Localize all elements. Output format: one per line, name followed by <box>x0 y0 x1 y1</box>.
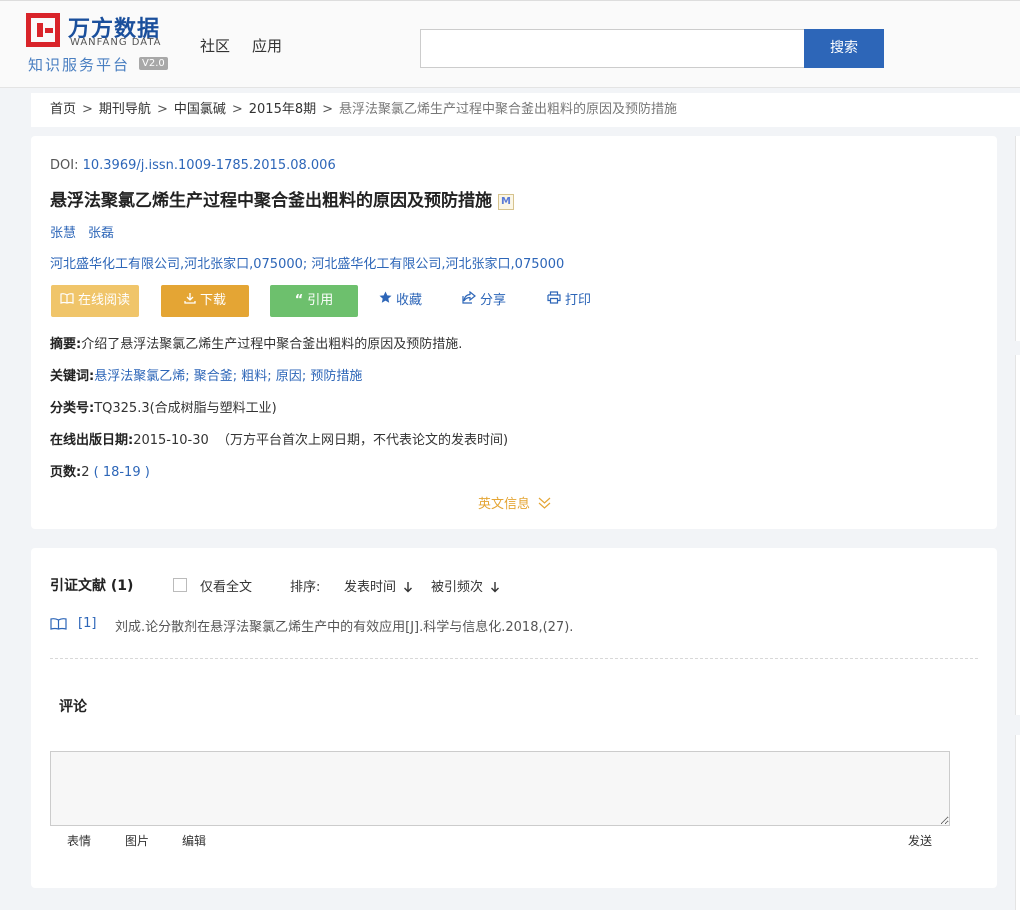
abstract-text: 介绍了悬浮法聚氯乙烯生产过程中聚合釜出粗料的原因及预防措施. <box>81 337 463 352</box>
article-title: 悬浮法聚氯乙烯生产过程中聚合釜出粗料的原因及预防措施 M <box>50 186 514 211</box>
sort-by-date[interactable]: 发表时间 <box>344 576 413 595</box>
print-label: 打印 <box>565 293 592 308</box>
breadcrumb-home[interactable]: 首页 <box>50 102 76 117</box>
keyword-link[interactable]: 粗料 <box>241 369 267 384</box>
fulltext-only-checkbox[interactable] <box>173 578 187 592</box>
open-book-icon <box>60 285 74 317</box>
double-chevron-down-icon <box>534 497 551 512</box>
breadcrumb-issue[interactable]: 2015年8期 <box>249 102 316 117</box>
download-icon <box>184 285 196 317</box>
sort-by-citations-label: 被引频次 <box>431 580 484 595</box>
search-input[interactable] <box>420 29 805 68</box>
breadcrumb-current: 悬浮法聚氯乙烯生产过程中聚合釜出粗料的原因及预防措施 <box>339 102 678 117</box>
share-button[interactable]: 分享 <box>462 285 506 317</box>
breadcrumb-separator: > <box>322 102 334 117</box>
arrow-down-icon <box>487 580 500 595</box>
image-button[interactable]: 图片 <box>125 832 149 849</box>
english-info-toggle[interactable]: 英文信息 <box>478 493 551 512</box>
abstract-row: 摘要:介绍了悬浮法聚氯乙烯生产过程中聚合釜出粗料的原因及预防措施. <box>50 333 462 352</box>
logo-slogan: 知识服务平台 <box>28 56 131 74</box>
right-side-panel-edge <box>1015 355 1020 715</box>
download-label: 下载 <box>199 293 226 308</box>
version-badge: V2.0 <box>139 57 168 70</box>
classification-row: 分类号:TQ325.3(合成树脂与塑料工业) <box>50 397 277 416</box>
logo-english-name: WANFANG DATA <box>70 37 162 48</box>
arrow-down-icon <box>400 580 413 595</box>
wanfang-logo-mark-icon <box>26 13 60 47</box>
cite-button[interactable]: “引用 <box>270 285 358 317</box>
nav-community[interactable]: 社区 <box>200 35 230 56</box>
author-link[interactable]: 张慧 <box>50 226 76 241</box>
comments-heading: 评论 <box>59 699 87 715</box>
pubdate-row: 在线出版日期:2015-10-30 （万方平台首次上网日期，不代表论文的发表时间… <box>50 429 508 448</box>
citations-card: 引证文献 (1) 仅看全文 排序: 发表时间 被引频次 [1] 刘成.论分散剂在… <box>31 548 997 888</box>
cite-label: 引用 <box>307 293 334 308</box>
pubdate-label: 在线出版日期: <box>50 433 134 448</box>
print-button[interactable]: 打印 <box>547 285 591 317</box>
keywords-row: 关键词:悬浮法聚氯乙烯; 聚合釜; 粗料; 原因; 预防措施 <box>50 369 363 384</box>
favorite-button[interactable]: 收藏 <box>379 285 422 317</box>
breadcrumb: 首页 > 期刊导航 > 中国氯碱 >2015年8期 > 悬浮法聚氯乙烯生产过程中聚合釜出粗料的… <box>31 93 1020 127</box>
pubdate-note: （万方平台首次上网日期，不代表论文的发表时间) <box>217 433 509 448</box>
sort-label: 排序: <box>290 580 321 595</box>
classification-value: TQ325.3(合成树脂与塑料工业) <box>94 401 277 416</box>
breadcrumb-separator: > <box>156 102 168 117</box>
section-divider <box>50 658 978 659</box>
pubdate-value: 2015-10-30 <box>133 433 209 448</box>
wanfang-logo[interactable]: 万方数据 WANFANG DATA 知识服务平台 V2.0 <box>26 13 176 75</box>
comment-textarea[interactable] <box>50 751 950 826</box>
quote-icon: “ <box>294 293 304 308</box>
breadcrumb-separator: > <box>231 102 243 117</box>
search-button[interactable]: 搜索 <box>804 29 884 68</box>
english-info-label: 英文信息 <box>478 497 531 512</box>
share-label: 分享 <box>480 293 507 308</box>
download-button[interactable]: 下载 <box>161 285 249 317</box>
open-book-icon[interactable] <box>50 617 67 634</box>
reference-link[interactable]: 刘成.论分散剂在悬浮法聚氯乙烯生产中的有效应用[J].科学与信息化.2018,(… <box>115 616 573 635</box>
pages-row: 页数:2 ( 18-19 ) <box>50 465 150 480</box>
right-side-panel-edge <box>1015 136 1020 341</box>
citations-heading: 引证文献 (1) <box>50 578 134 594</box>
keyword-link[interactable]: 聚合釜 <box>194 369 233 384</box>
sort-by-date-label: 发表时间 <box>344 580 397 595</box>
emoji-button[interactable]: 表情 <box>67 832 91 849</box>
star-icon <box>379 285 392 317</box>
pages-range-link[interactable]: 18-19 <box>103 465 141 480</box>
read-online-button[interactable]: 在线阅读 <box>51 285 139 317</box>
affiliation-link[interactable]: 河北盛华化工有限公司,河北张家口,075000; 河北盛华化工有限公司,河北张家… <box>50 253 564 272</box>
doi-label: DOI: <box>50 158 79 173</box>
sort-by-citations[interactable]: 被引频次 <box>431 576 500 595</box>
printer-icon <box>547 285 561 317</box>
m-badge-icon: M <box>498 194 514 210</box>
breadcrumb-journal[interactable]: 中国氯碱 <box>174 102 226 117</box>
send-button[interactable]: 发送 <box>908 832 932 849</box>
keyword-link[interactable]: 预防措施 <box>310 369 362 384</box>
author-link[interactable]: 张磊 <box>88 226 114 241</box>
article-detail-card: DOI: 10.3969/j.issn.1009-1785.2015.08.00… <box>31 136 997 529</box>
doi-line: DOI: 10.3969/j.issn.1009-1785.2015.08.00… <box>50 158 336 173</box>
keywords-label: 关键词: <box>50 369 95 384</box>
breadcrumb-journals[interactable]: 期刊导航 <box>99 102 151 117</box>
article-title-text: 悬浮法聚氯乙烯生产过程中聚合釜出粗料的原因及预防措施 <box>50 191 492 211</box>
classification-label: 分类号: <box>50 401 95 416</box>
nav-apps[interactable]: 应用 <box>252 35 282 56</box>
site-header: 万方数据 WANFANG DATA 知识服务平台 V2.0 社区 应用 搜索 <box>0 0 1020 88</box>
share-icon <box>462 285 476 317</box>
pages-label: 页数: <box>50 465 82 480</box>
favorite-label: 收藏 <box>396 293 423 308</box>
edit-button[interactable]: 编辑 <box>182 832 206 849</box>
right-side-panel-edge <box>1015 735 1020 910</box>
read-online-label: 在线阅读 <box>77 293 130 308</box>
doi-link[interactable]: 10.3969/j.issn.1009-1785.2015.08.006 <box>83 158 336 173</box>
abstract-label: 摘要: <box>50 337 82 352</box>
author-list: 张慧 张磊 <box>50 222 114 241</box>
fulltext-only-label[interactable]: 仅看全文 <box>200 576 252 595</box>
keyword-link[interactable]: 原因 <box>276 369 302 384</box>
breadcrumb-separator: > <box>82 102 93 117</box>
reference-number: [1] <box>78 616 97 631</box>
keyword-link[interactable]: 悬浮法聚氯乙烯 <box>94 369 185 384</box>
